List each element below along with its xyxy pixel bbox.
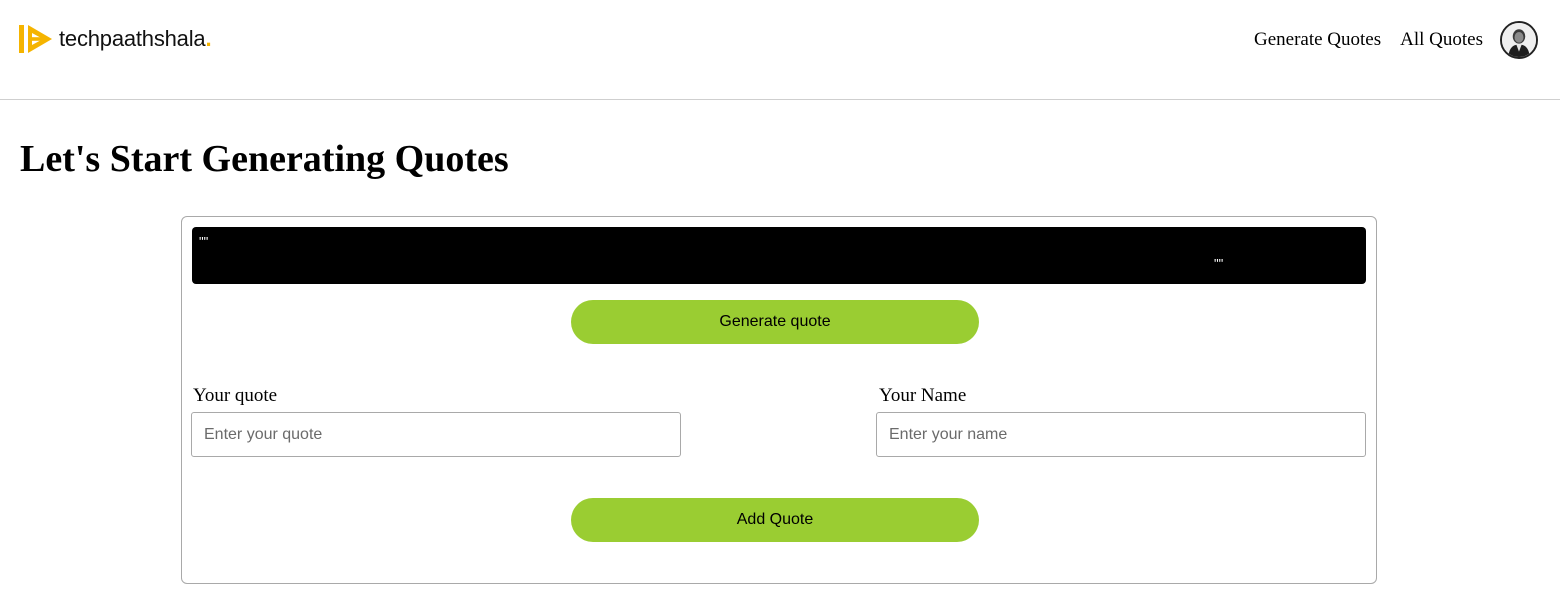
user-portrait-icon[interactable]: [1500, 21, 1538, 59]
play-logo-icon: [19, 25, 52, 53]
nav-all-quotes[interactable]: All Quotes: [1400, 29, 1483, 51]
name-label: Your Name: [879, 385, 967, 406]
nav-generate-quotes[interactable]: Generate Quotes: [1254, 29, 1381, 51]
nav-links: Generate Quotes All Quotes: [1254, 21, 1538, 59]
page-title: Let's Start Generating Quotes: [20, 138, 509, 180]
add-quote-button[interactable]: Add Quote: [571, 498, 979, 542]
name-input[interactable]: [876, 412, 1366, 457]
quote-input[interactable]: [191, 412, 681, 457]
quote-card: "" "" Generate quote Your quote Your Nam…: [181, 216, 1377, 584]
quote-close-marks: "": [1214, 256, 1224, 271]
quote-display: "" "": [192, 227, 1366, 284]
brand-name: techpaathshala: [59, 26, 206, 51]
generate-quote-button[interactable]: Generate quote: [571, 300, 979, 344]
top-navbar: techpaathshala. Generate Quotes All Quot…: [0, 0, 1560, 100]
brand-dot: .: [205, 26, 212, 51]
quote-label: Your quote: [193, 385, 278, 406]
quote-open-marks: "": [199, 234, 209, 249]
brand-logo[interactable]: techpaathshala.: [19, 24, 212, 54]
